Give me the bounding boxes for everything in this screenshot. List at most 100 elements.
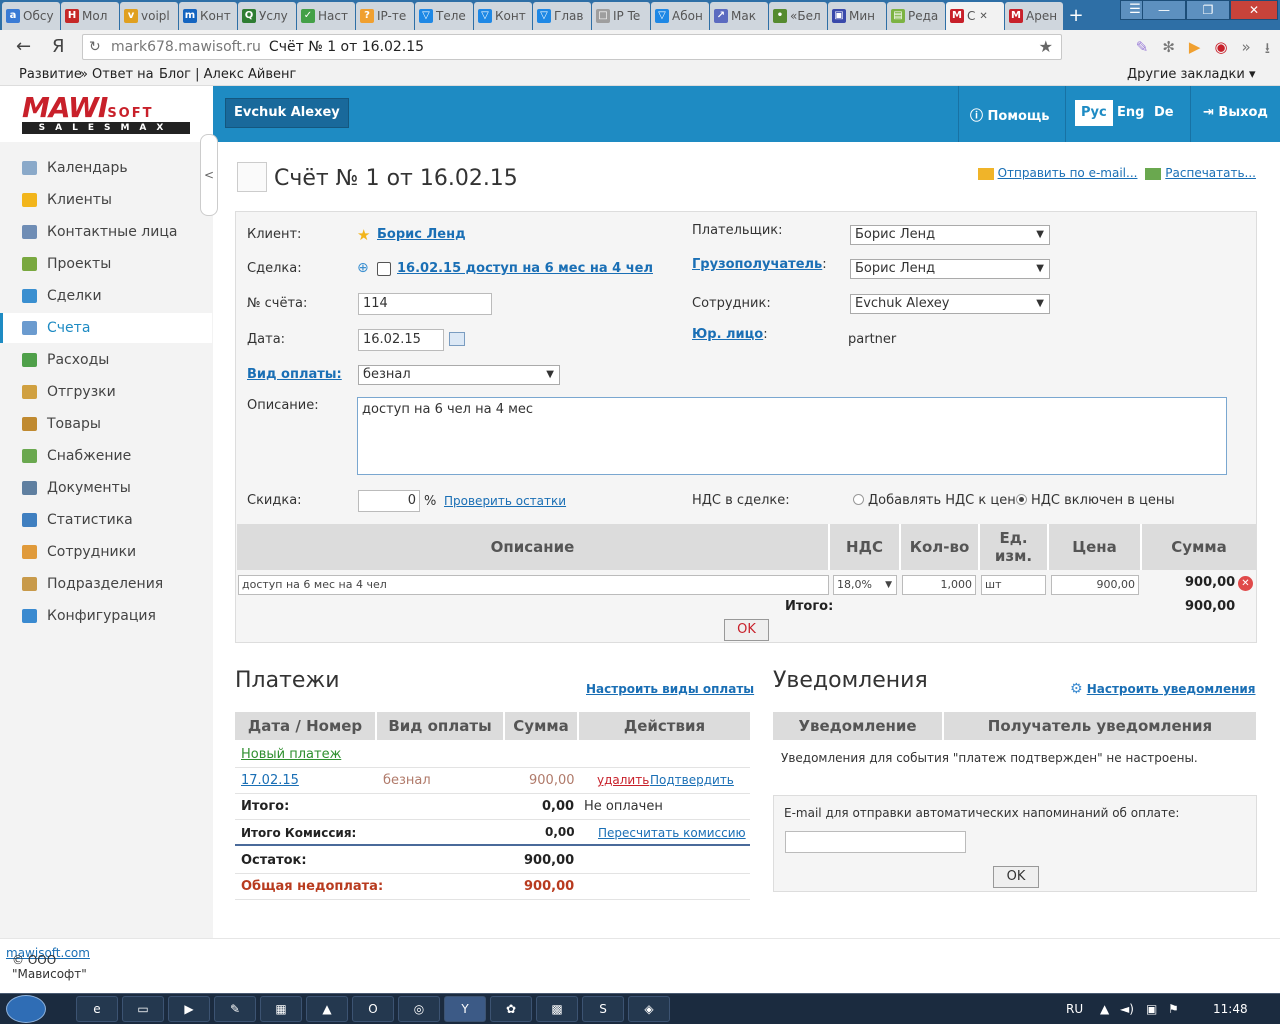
sidebar-item[interactable]: Сделки xyxy=(0,281,212,311)
browser-tab[interactable]: ▣ Мин xyxy=(828,2,886,30)
configure-notifications-link[interactable]: Настроить уведомления xyxy=(1087,682,1256,696)
confirm-payment-link[interactable]: Подтвердить xyxy=(650,773,734,787)
delete-payment-link[interactable]: удалить xyxy=(597,773,649,787)
opera-icon[interactable]: O xyxy=(352,996,394,1022)
payment-date-link[interactable]: 17.02.15 xyxy=(241,773,299,788)
help-button[interactable]: ⓘ Помощь xyxy=(970,105,1050,124)
print-link[interactable]: Распечатать... xyxy=(1165,166,1256,180)
start-button[interactable] xyxy=(6,995,46,1023)
check-stock-link[interactable]: Проверить остатки xyxy=(444,494,566,508)
browser-tab[interactable]: ▤ Реда xyxy=(887,2,945,30)
bookmark-item[interactable]: Ответ на xyxy=(92,67,154,82)
deal-checkbox[interactable] xyxy=(377,262,391,276)
close-tab-icon[interactable]: ✕ xyxy=(979,11,987,22)
browser-tab[interactable]: Н Мол xyxy=(61,2,119,30)
calculator-icon[interactable]: ▦ xyxy=(260,996,302,1022)
item-description-input[interactable]: доступ на 6 мес на 4 чел xyxy=(238,575,829,595)
extension-icon[interactable]: ✻ xyxy=(1162,38,1175,63)
items-ok-button[interactable]: OK xyxy=(724,619,769,641)
vat-included-radio[interactable]: НДС включен в цены xyxy=(1016,493,1175,508)
sidebar-item[interactable]: Подразделения xyxy=(0,569,212,599)
volume-icon[interactable]: ◄) xyxy=(1120,1002,1134,1016)
language-indicator[interactable]: RU xyxy=(1066,1002,1083,1016)
new-payment-link[interactable]: Новый платеж xyxy=(241,747,341,762)
app-icon[interactable]: ◈ xyxy=(628,996,670,1022)
browser-tab[interactable]: M Арен xyxy=(1005,2,1063,30)
deal-link[interactable]: 16.02.15 доступ на 6 мес на 4 чел xyxy=(397,261,653,276)
browser-tab[interactable]: ? IP-те xyxy=(356,2,414,30)
download-icon[interactable]: ⭳ xyxy=(1265,38,1270,63)
network-icon[interactable]: ▣ xyxy=(1146,1002,1157,1016)
play-icon[interactable]: ▶ xyxy=(1189,38,1201,63)
configure-notifications[interactable]: ⚙ Настроить уведомления xyxy=(1070,681,1256,697)
sidebar-collapse-button[interactable]: < xyxy=(200,134,218,216)
browser-tab[interactable]: M С ✕ xyxy=(946,2,1004,30)
payer-select[interactable]: Борис Ленд ▼ xyxy=(850,225,1050,245)
exit-button[interactable]: ⇥ Выход xyxy=(1203,105,1268,120)
date-input[interactable]: 16.02.15 xyxy=(358,329,444,351)
feather-icon[interactable]: ✎ xyxy=(1136,38,1149,63)
discount-input[interactable]: 0 xyxy=(358,490,420,512)
media-player-icon[interactable]: ▶ xyxy=(168,996,210,1022)
chrome-icon[interactable]: ◎ xyxy=(398,996,440,1022)
browser-tab[interactable]: ▽ Теле xyxy=(415,2,473,30)
sidebar-item[interactable]: Клиенты xyxy=(0,185,212,215)
recalc-commission-link[interactable]: Пересчитать комиссию xyxy=(598,826,746,840)
yandex-browser-icon[interactable]: Y xyxy=(444,996,486,1022)
tray-arrow-icon[interactable]: ▲ xyxy=(1100,1002,1109,1016)
bookmark-star-icon[interactable]: ★ xyxy=(1039,35,1053,59)
sidebar-item[interactable]: Снабжение xyxy=(0,441,212,471)
employee-select[interactable]: Evchuk Alexey ▼ xyxy=(850,294,1050,314)
app-icon[interactable]: ✎ xyxy=(214,996,256,1022)
sidebar-item[interactable]: Счета xyxy=(0,313,212,343)
maximize-button[interactable]: ❐ xyxy=(1186,0,1230,20)
url-field[interactable]: ↻ mark678.mawisoft.ru Счёт № 1 от 16.02.1… xyxy=(82,34,1062,60)
app-icon[interactable]: ✿ xyxy=(490,996,532,1022)
bookmark-item[interactable]: Развитие xyxy=(19,67,82,82)
yandex-icon[interactable]: Я xyxy=(52,36,65,57)
more-chevron-icon[interactable]: » xyxy=(1242,38,1251,63)
payment-type-select[interactable]: безнал ▼ xyxy=(358,365,560,385)
legal-entity-label[interactable]: Юр. лицо xyxy=(692,327,763,342)
sidebar-item[interactable]: Отгрузки xyxy=(0,377,212,407)
user-button[interactable]: Evchuk Alexey xyxy=(225,98,349,128)
browser-tab[interactable]: m Конт xyxy=(179,2,237,30)
calendar-icon[interactable] xyxy=(449,332,465,346)
browser-tab[interactable]: □ IP Te xyxy=(592,2,650,30)
minimize-button[interactable]: — xyxy=(1142,0,1186,20)
lang-ru[interactable]: Рус xyxy=(1075,100,1113,126)
description-textarea[interactable]: доступ на 6 чел на 4 мес xyxy=(357,397,1227,475)
star-icon[interactable]: ★ xyxy=(357,226,370,244)
mawisoft-logo[interactable]: MAWISOFT SALESMAX xyxy=(22,94,192,136)
sidebar-item[interactable]: Товары xyxy=(0,409,212,439)
browser-tab[interactable]: ↗ Мак xyxy=(710,2,768,30)
payment-type-label[interactable]: Вид оплаты: xyxy=(247,367,342,382)
sidebar-item[interactable]: Проекты xyxy=(0,249,212,279)
reminder-email-input[interactable] xyxy=(785,831,966,853)
bookmark-more[interactable]: » xyxy=(80,67,88,82)
browser-tab[interactable]: ▽ Конт xyxy=(474,2,532,30)
browser-tab[interactable]: a Обсу xyxy=(2,2,60,30)
consignee-select[interactable]: Борис Ленд ▼ xyxy=(850,259,1050,279)
browser-tab[interactable]: Q Услу xyxy=(238,2,296,30)
send-email-link[interactable]: Отправить по e-mail... xyxy=(998,166,1138,180)
item-unit-input[interactable]: шт xyxy=(981,575,1046,595)
browser-tab[interactable]: ▽ Абон xyxy=(651,2,709,30)
clock[interactable]: 11:48 xyxy=(1213,1002,1248,1016)
ie-icon[interactable]: e xyxy=(76,996,118,1022)
browser-tab[interactable]: • «Бел xyxy=(769,2,827,30)
sidebar-item[interactable]: Расходы xyxy=(0,345,212,375)
browser-tab[interactable]: ✓ Наст xyxy=(297,2,355,30)
client-link[interactable]: Борис Ленд xyxy=(377,227,466,242)
new-tab-button[interactable]: + xyxy=(1064,2,1088,30)
sidebar-item[interactable]: Конфигурация xyxy=(0,601,212,631)
lang-de[interactable]: De xyxy=(1148,100,1180,126)
browser-tab[interactable]: v voipl xyxy=(120,2,178,30)
skype-icon[interactable]: S xyxy=(582,996,624,1022)
invoice-number-input[interactable]: 114 xyxy=(358,293,492,315)
item-vat-select[interactable]: 18,0% ▼ xyxy=(833,575,897,595)
reminder-ok-button[interactable]: OK xyxy=(993,866,1039,888)
back-icon[interactable]: ← xyxy=(16,36,31,57)
reload-icon[interactable]: ↻ xyxy=(89,35,101,59)
item-qty-input[interactable]: 1,000 xyxy=(902,575,976,595)
